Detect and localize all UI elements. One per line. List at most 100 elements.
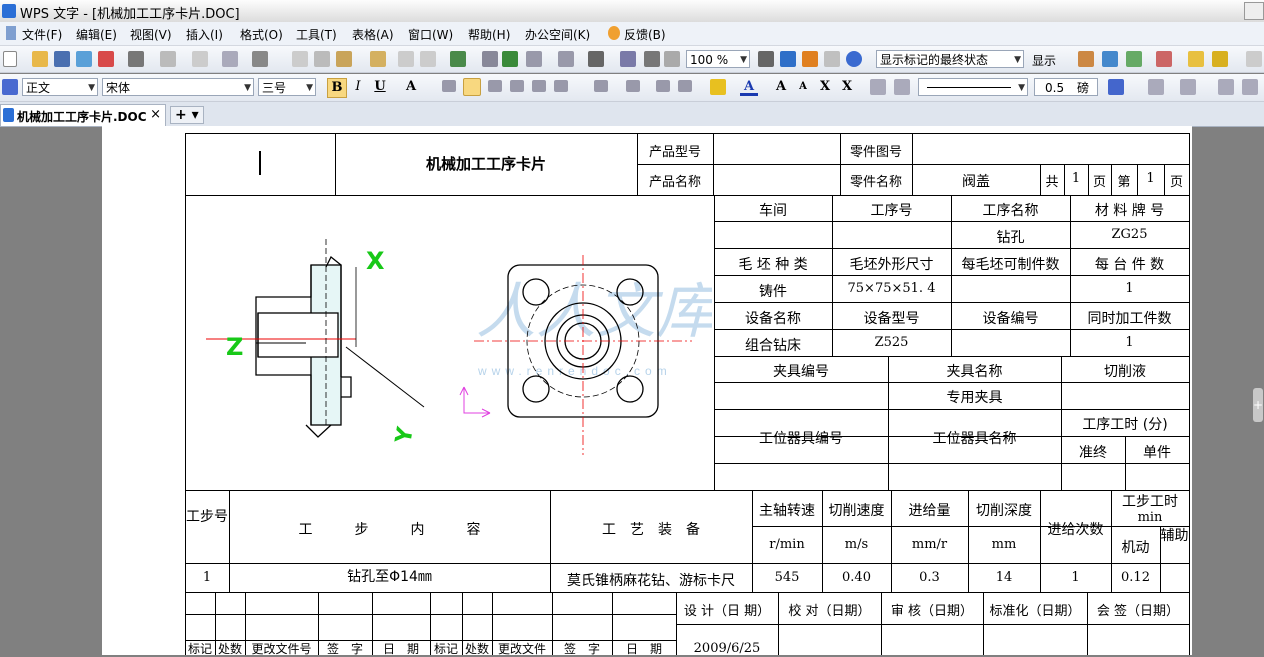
- font-select[interactable]: 宋体 ▼: [102, 78, 254, 96]
- distribute-icon[interactable]: [532, 80, 546, 92]
- menu-tools[interactable]: 工具(T): [296, 26, 337, 43]
- axis-x-label: X: [366, 247, 385, 275]
- highlight-icon[interactable]: [1212, 51, 1228, 67]
- align-left-icon[interactable]: [442, 80, 456, 92]
- highlight-color-icon[interactable]: [710, 79, 726, 95]
- help-icon[interactable]: [846, 51, 862, 67]
- copy-icon[interactable]: [292, 51, 308, 67]
- underline-button[interactable]: U: [371, 78, 389, 96]
- italic-button[interactable]: I: [349, 78, 367, 96]
- menu-window[interactable]: 窗口(W): [408, 26, 453, 43]
- bold-button[interactable]: B: [327, 78, 347, 98]
- subscript-button[interactable]: X: [838, 78, 856, 96]
- menu-format[interactable]: 格式(O): [240, 26, 283, 43]
- table-rule: [1189, 592, 1190, 655]
- document-map-icon[interactable]: [620, 51, 636, 67]
- style-select[interactable]: 正文 ▼: [22, 78, 98, 96]
- pen-color-icon[interactable]: [1108, 79, 1124, 95]
- paste-icon[interactable]: [336, 51, 352, 67]
- font-value: 宋体: [106, 81, 131, 95]
- menu-office-space[interactable]: 办公空间(K): [525, 26, 590, 43]
- columns-icon[interactable]: [558, 51, 574, 67]
- decrease-indent-icon[interactable]: [656, 80, 670, 92]
- borders-icon[interactable]: [870, 79, 886, 95]
- export-pdf-icon[interactable]: [98, 51, 114, 67]
- more-icon[interactable]: [1246, 51, 1262, 67]
- page-width-icon[interactable]: [664, 51, 680, 67]
- card-title: 机械加工工序卡片: [425, 155, 546, 173]
- trophy-icon[interactable]: [824, 51, 840, 67]
- menu-feedback[interactable]: 反馈(B): [624, 26, 666, 43]
- next-change-icon[interactable]: [1102, 51, 1118, 67]
- binoculars-icon[interactable]: [758, 51, 774, 67]
- menu-insert[interactable]: 插入(I): [186, 26, 223, 43]
- menu-help[interactable]: 帮助(H): [468, 26, 510, 43]
- split-cells-icon[interactable]: [1242, 79, 1258, 95]
- menu-view[interactable]: 视图(V): [130, 26, 172, 43]
- redo-icon[interactable]: [420, 51, 436, 67]
- zoom-select[interactable]: 100 % ▼: [686, 50, 750, 68]
- merge-cells-icon[interactable]: [1218, 79, 1234, 95]
- font-size-value: 三号: [262, 81, 287, 95]
- label-feed: 进给量: [908, 503, 951, 519]
- increase-indent-icon[interactable]: [678, 80, 692, 92]
- previous-change-icon[interactable]: [1078, 51, 1094, 67]
- drawing-icon[interactable]: [588, 51, 604, 67]
- template-icon[interactable]: [802, 51, 818, 67]
- formula-icon[interactable]: [482, 51, 498, 67]
- shading-icon[interactable]: [894, 79, 910, 95]
- bullets-icon[interactable]: [626, 80, 640, 92]
- print-icon[interactable]: [128, 51, 144, 67]
- open-folder-icon[interactable]: [32, 51, 48, 67]
- font-effect-button[interactable]: A: [402, 78, 420, 96]
- side-expand-icon[interactable]: +: [1253, 388, 1263, 422]
- menu-edit[interactable]: 编辑(E): [76, 26, 117, 43]
- styles-icon[interactable]: [2, 79, 18, 95]
- grow-font-button[interactable]: A: [772, 78, 790, 96]
- reject-change-icon[interactable]: [1156, 51, 1172, 67]
- menu-table[interactable]: 表格(A): [352, 26, 394, 43]
- label-per-blank: 每毛坯可制件数: [961, 257, 1060, 273]
- chevron-down-icon: ▼: [1018, 83, 1025, 93]
- font-size-select[interactable]: 三号 ▼: [258, 78, 316, 96]
- superscript-button[interactable]: X: [816, 78, 834, 96]
- table-borders-icon[interactable]: [1148, 79, 1164, 95]
- menu-file[interactable]: 文件(F): [22, 26, 62, 43]
- traditional-chinese-icon[interactable]: [252, 51, 268, 67]
- table-grid-icon[interactable]: [526, 51, 542, 67]
- line-spacing-icon[interactable]: [554, 80, 568, 92]
- shrink-font-button[interactable]: A: [794, 78, 812, 96]
- globe-icon[interactable]: [502, 51, 518, 67]
- new-document-icon[interactable]: [3, 51, 17, 67]
- print-preview-icon[interactable]: [160, 51, 176, 67]
- cut-icon[interactable]: [314, 51, 330, 67]
- font-color-button[interactable]: A: [740, 78, 758, 96]
- line-width-select[interactable]: 0.5 磅: [1034, 78, 1098, 96]
- label-part-name: 零件名称: [849, 175, 902, 190]
- new-tab-button[interactable]: + ▾: [170, 106, 204, 124]
- markup-view-select[interactable]: 显示标记的最终状态 ▼: [876, 50, 1024, 68]
- save-icon[interactable]: [54, 51, 70, 67]
- minimize-button[interactable]: [1244, 2, 1264, 20]
- close-icon[interactable]: ×: [150, 107, 161, 122]
- accept-change-icon[interactable]: [1126, 51, 1142, 67]
- tab-document[interactable]: 机械加工工序卡片.DOC ×: [0, 104, 166, 126]
- brush-icon[interactable]: [370, 51, 386, 67]
- reading-icon[interactable]: [780, 51, 796, 67]
- numbering-icon[interactable]: [594, 80, 608, 92]
- line-style-select[interactable]: ▼: [918, 78, 1028, 96]
- insert-table-icon[interactable]: [450, 51, 466, 67]
- justify-icon[interactable]: [510, 80, 524, 92]
- comment-icon[interactable]: [1188, 51, 1204, 67]
- show-marks-icon[interactable]: [644, 51, 660, 67]
- align-center-icon[interactable]: [463, 78, 481, 96]
- fill-color-icon[interactable]: [1180, 79, 1196, 95]
- page-setup-icon[interactable]: [222, 51, 238, 67]
- undo-icon[interactable]: [398, 51, 414, 67]
- show-menu[interactable]: 显示: [1032, 52, 1056, 69]
- align-right-icon[interactable]: [488, 80, 502, 92]
- send-mail-icon[interactable]: [76, 51, 92, 67]
- app-menu-icon[interactable]: [6, 26, 16, 40]
- label-total: 共: [1045, 175, 1059, 190]
- format-painter-icon[interactable]: [192, 51, 208, 67]
